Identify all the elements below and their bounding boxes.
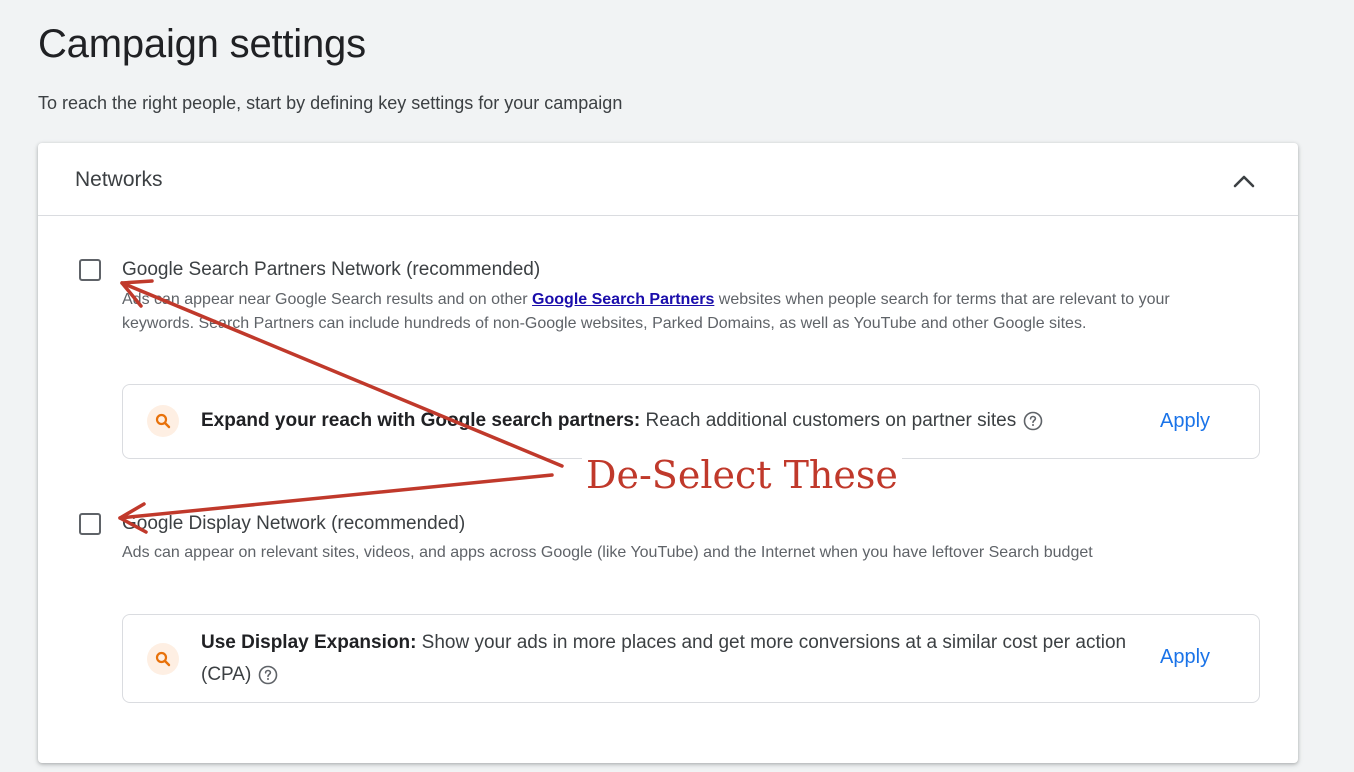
page: Campaign settings To reach the right peo… — [0, 0, 1354, 772]
annotation-arrows — [118, 279, 564, 534]
arrow-to-search-partners — [120, 281, 564, 468]
annotation-label: De-Select These — [582, 453, 902, 497]
arrow-to-display-network — [118, 473, 554, 520]
